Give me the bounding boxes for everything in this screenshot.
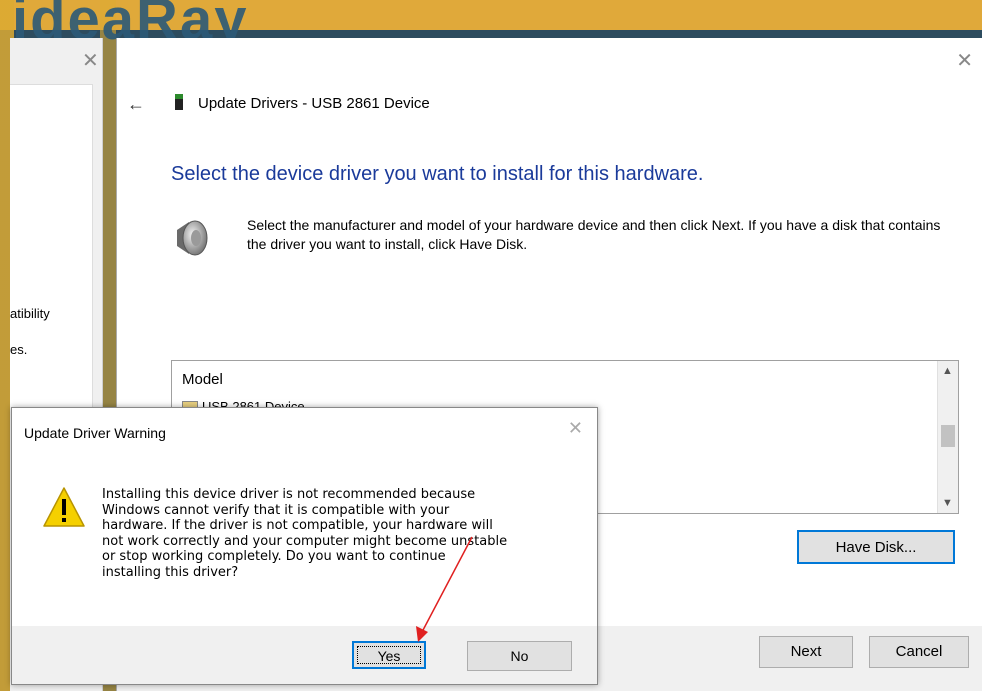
instructions-text: Select the manufacturer and model of you…: [247, 217, 941, 252]
no-button[interactable]: No: [467, 641, 572, 671]
close-icon[interactable]: ✕: [82, 48, 99, 73]
background-window-text: es.: [10, 342, 28, 357]
cancel-button[interactable]: Cancel: [869, 636, 969, 668]
chevron-up-icon[interactable]: ▲: [942, 365, 953, 377]
update-driver-warning-dialog: Update Driver Warning ✕ Installing this …: [11, 407, 598, 685]
next-button[interactable]: Next: [759, 636, 853, 668]
page-heading: Select the device driver you want to ins…: [171, 163, 704, 185]
usb-device-icon: [175, 94, 183, 110]
close-icon[interactable]: ✕: [568, 418, 583, 439]
speaker-icon: [177, 220, 208, 256]
background-window-text: atibility: [10, 306, 50, 321]
have-disk-button[interactable]: Have Disk...: [797, 530, 955, 564]
vertical-scrollbar[interactable]: ▲ ▼: [937, 361, 958, 513]
warning-triangle-icon: [43, 487, 85, 527]
close-icon[interactable]: ✕: [956, 48, 973, 73]
focus-indicator: [357, 646, 421, 664]
chevron-down-icon[interactable]: ▼: [942, 497, 953, 509]
scroll-thumb[interactable]: [941, 425, 955, 447]
dialog-title: Update Driver Warning: [24, 425, 166, 441]
window-title: Update Drivers - USB 2861 Device: [198, 95, 430, 112]
yes-button[interactable]: Yes: [352, 641, 426, 669]
model-column-header: Model: [182, 371, 223, 388]
warning-message: Installing this device driver is not rec…: [102, 487, 508, 580]
back-arrow-icon[interactable]: ←: [127, 94, 145, 115]
